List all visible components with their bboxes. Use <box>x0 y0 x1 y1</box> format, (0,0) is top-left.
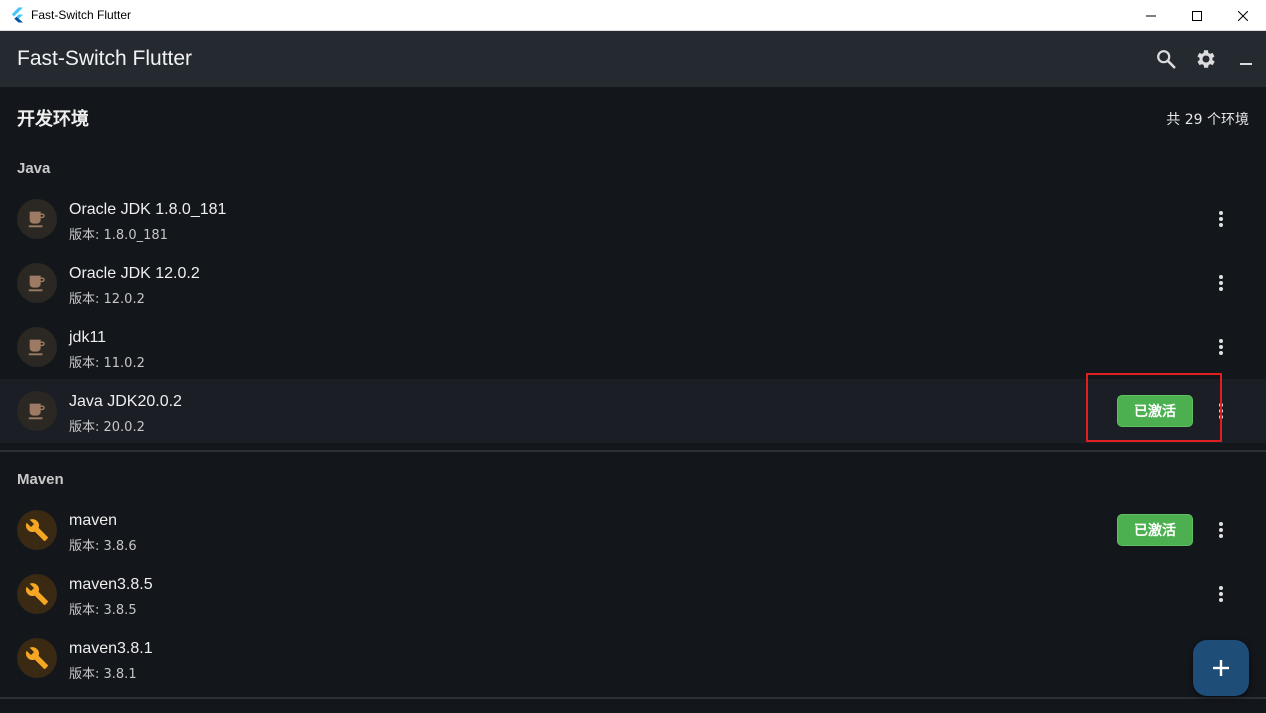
item-version: 版本: 1.8.0_181 <box>69 228 168 243</box>
more-vert-icon <box>1219 211 1223 227</box>
list-item-active[interactable]: maven 版本: 3.8.6 已激活 <box>0 498 1266 562</box>
item-version: 版本: 3.8.1 <box>69 667 137 682</box>
java-avatar <box>17 327 57 367</box>
page-title: 开发环境 <box>17 109 89 130</box>
list-item[interactable]: Oracle JDK 12.0.2 版本: 12.0.2 <box>0 251 1266 315</box>
active-status-badge[interactable]: 已激活 <box>1117 514 1193 546</box>
more-options-button[interactable] <box>1206 207 1236 231</box>
window-controls <box>1128 0 1266 31</box>
wrench-icon <box>25 647 48 669</box>
wrench-icon <box>25 519 48 541</box>
more-options-button[interactable] <box>1206 518 1236 542</box>
gear-icon <box>1197 50 1215 68</box>
wrench-icon <box>25 583 48 605</box>
coffee-cup-icon <box>28 339 45 356</box>
minimize-icon <box>1146 15 1156 16</box>
group-divider <box>0 450 1266 452</box>
flutter-logo-icon <box>11 7 23 23</box>
item-version: 版本: 11.0.2 <box>69 356 145 371</box>
item-name: Oracle JDK 1.8.0_181 <box>69 201 227 218</box>
more-vert-icon <box>1219 522 1223 538</box>
page-header: 开发环境 共 29 个环境 <box>0 87 1266 149</box>
app-bar: Fast-Switch Flutter <box>0 31 1266 87</box>
environment-count: 共 29 个环境 <box>1166 112 1249 128</box>
window-title: Fast-Switch Flutter <box>31 8 132 22</box>
maximize-window-button[interactable] <box>1174 0 1220 31</box>
item-name: Oracle JDK 12.0.2 <box>69 265 200 282</box>
plus-icon <box>1213 660 1229 676</box>
item-version: 版本: 3.8.5 <box>69 603 137 618</box>
group-label-java: Java <box>17 160 51 177</box>
app-bar-actions <box>1146 31 1266 87</box>
more-vert-icon <box>1219 275 1223 291</box>
coffee-cup-icon <box>28 403 45 420</box>
minimize-to-tray-button[interactable] <box>1226 39 1266 79</box>
java-avatar <box>17 263 57 303</box>
more-vert-icon <box>1219 339 1223 355</box>
search-icon <box>1157 50 1176 69</box>
list-item[interactable]: maven3.8.5 版本: 3.8.5 <box>0 562 1266 626</box>
minimize-line-icon <box>1240 63 1252 65</box>
maximize-icon <box>1192 10 1202 21</box>
close-window-button[interactable] <box>1220 0 1266 31</box>
minimize-window-button[interactable] <box>1128 0 1174 31</box>
list-item[interactable]: maven3.8.1 版本: 3.8.1 <box>0 626 1266 690</box>
java-avatar <box>17 391 57 431</box>
list-item[interactable]: jdk11 版本: 11.0.2 <box>0 315 1266 379</box>
more-options-button[interactable] <box>1206 335 1236 359</box>
java-avatar <box>17 199 57 239</box>
more-options-button[interactable] <box>1206 271 1236 295</box>
item-name: Java JDK20.0.2 <box>69 393 182 410</box>
item-name: maven3.8.1 <box>69 640 153 657</box>
window-titlebar: Fast-Switch Flutter <box>0 0 1266 31</box>
item-version: 版本: 12.0.2 <box>69 292 145 307</box>
list-item-active[interactable]: Java JDK20.0.2 版本: 20.0.2 已激活 <box>0 379 1266 443</box>
list-item[interactable]: Oracle JDK 1.8.0_181 版本: 1.8.0_181 <box>0 187 1266 251</box>
close-icon <box>1238 10 1248 21</box>
maven-avatar <box>17 510 57 550</box>
search-button[interactable] <box>1146 39 1186 79</box>
coffee-cup-icon <box>28 211 45 228</box>
item-version: 版本: 3.8.6 <box>69 539 137 554</box>
item-name: maven3.8.5 <box>69 576 153 593</box>
annotation-highlight-box <box>1086 373 1222 442</box>
add-environment-button[interactable] <box>1193 640 1249 696</box>
list-bottom-edge <box>0 697 1266 713</box>
more-vert-icon <box>1219 586 1223 602</box>
app-title: Fast-Switch Flutter <box>17 47 193 70</box>
more-options-button[interactable] <box>1206 582 1236 606</box>
item-name: maven <box>69 512 118 529</box>
item-name: jdk11 <box>69 329 107 346</box>
group-label-maven: Maven <box>17 471 64 488</box>
coffee-cup-icon <box>28 275 45 292</box>
maven-avatar <box>17 638 57 678</box>
item-version: 版本: 20.0.2 <box>69 420 145 435</box>
settings-button[interactable] <box>1186 39 1226 79</box>
maven-avatar <box>17 574 57 614</box>
